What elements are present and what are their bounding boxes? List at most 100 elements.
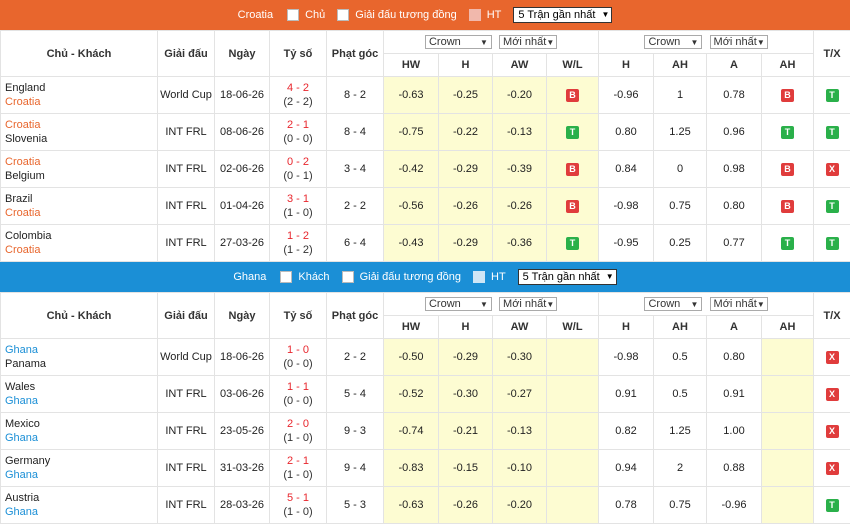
- home-team[interactable]: Wales: [1, 380, 157, 394]
- score-cell[interactable]: 0 - 2 (0 - 1): [270, 151, 327, 188]
- score-cell[interactable]: 1 - 0 (0 - 0): [270, 339, 327, 376]
- score-cell[interactable]: 3 - 1 (1 - 0): [270, 188, 327, 225]
- section2-sort-select-1[interactable]: Mới nhất▼: [499, 297, 557, 311]
- home-team[interactable]: Germany: [1, 454, 157, 468]
- wl-badge: T: [566, 237, 579, 250]
- section1-team-name: Croatia: [238, 9, 273, 21]
- home-team[interactable]: Croatia: [1, 155, 157, 169]
- match-cell[interactable]: Brazil Croatia: [1, 188, 158, 225]
- away-team[interactable]: Ghana: [1, 431, 157, 445]
- table-row[interactable]: Brazil Croatia INT FRL 01-04-26 3 - 1 (1…: [1, 188, 850, 225]
- date-cell: 31-03-26: [215, 450, 270, 487]
- chevron-down-icon: ▼: [546, 38, 554, 47]
- home-team[interactable]: Croatia: [1, 118, 157, 132]
- away-team[interactable]: Croatia: [1, 95, 157, 109]
- section2-bookmaker-select-1[interactable]: Crown▼: [425, 297, 492, 311]
- section2-bookmaker-select-2[interactable]: Crown▼: [644, 297, 702, 311]
- aw-odds: -0.27: [493, 376, 547, 413]
- score-cell[interactable]: 5 - 1 (1 - 0): [270, 487, 327, 524]
- away-team[interactable]: Belgium: [1, 169, 157, 183]
- table-row[interactable]: Croatia Belgium INT FRL 02-06-26 0 - 2 (…: [1, 151, 850, 188]
- match-cell[interactable]: Austria Ghana: [1, 487, 158, 524]
- home-team[interactable]: Colombia: [1, 229, 157, 243]
- tx-badge: X: [826, 425, 839, 438]
- section2-checkbox-same-league[interactable]: [342, 271, 354, 283]
- away-team[interactable]: Ghana: [1, 505, 157, 519]
- table-row[interactable]: Croatia Slovenia INT FRL 08-06-26 2 - 1 …: [1, 114, 850, 151]
- hw-odds: -0.50: [384, 339, 439, 376]
- section1-checkbox-same-league[interactable]: [337, 9, 349, 21]
- score-cell[interactable]: 2 - 1 (0 - 0): [270, 114, 327, 151]
- match-cell[interactable]: Croatia Belgium: [1, 151, 158, 188]
- section1-match-count-select[interactable]: 5 Trận gần nhất ▼: [513, 7, 612, 23]
- match-cell[interactable]: Mexico Ghana: [1, 413, 158, 450]
- full-time-score[interactable]: 2 - 1: [270, 118, 326, 132]
- sort-value: Mới nhất: [503, 298, 546, 310]
- home-team[interactable]: Austria: [1, 491, 157, 505]
- table-row[interactable]: Germany Ghana INT FRL 31-03-26 2 - 1 (1 …: [1, 450, 850, 487]
- a-odds: 0.80: [707, 188, 762, 225]
- header-wl: W/L: [547, 54, 599, 77]
- section1-matches-table: Chủ - Khách Giải đấu Ngày Tỷ số Phạt góc…: [0, 30, 850, 262]
- table-row[interactable]: Wales Ghana INT FRL 03-06-26 1 - 1 (0 - …: [1, 376, 850, 413]
- section1-sort-select-2[interactable]: Mới nhất▼: [710, 35, 768, 49]
- section2-sort-select-2[interactable]: Mới nhất▼: [710, 297, 768, 311]
- table-row[interactable]: Ghana Panama World Cup 18-06-26 1 - 0 (0…: [1, 339, 850, 376]
- chevron-down-icon: ▼: [546, 300, 554, 309]
- section1-bookmaker-select-1[interactable]: Crown▼: [425, 35, 492, 49]
- match-cell[interactable]: Colombia Croatia: [1, 225, 158, 262]
- match-cell[interactable]: England Croatia: [1, 77, 158, 114]
- section1-bookmaker-select-2[interactable]: Crown▼: [644, 35, 702, 49]
- home-team[interactable]: England: [1, 81, 157, 95]
- header-h2: H: [599, 316, 654, 339]
- away-team[interactable]: Slovenia: [1, 132, 157, 146]
- section2-checkbox-ht-label: HT: [491, 271, 506, 283]
- full-time-score[interactable]: 3 - 1: [270, 192, 326, 206]
- league-cell: INT FRL: [158, 151, 215, 188]
- ah-result-cell: T: [762, 114, 814, 151]
- match-cell[interactable]: Germany Ghana: [1, 450, 158, 487]
- a-odds: 0.88: [707, 450, 762, 487]
- match-cell[interactable]: Croatia Slovenia: [1, 114, 158, 151]
- section1-checkbox-home[interactable]: [287, 9, 299, 21]
- section1-sort-select-1[interactable]: Mới nhất▼: [499, 35, 557, 49]
- full-time-score[interactable]: 1 - 0: [270, 343, 326, 357]
- full-time-score[interactable]: 5 - 1: [270, 491, 326, 505]
- full-time-score[interactable]: 1 - 2: [270, 229, 326, 243]
- full-time-score[interactable]: 1 - 1: [270, 380, 326, 394]
- full-time-score[interactable]: 0 - 2: [270, 155, 326, 169]
- section1-checkbox-ht[interactable]: [469, 9, 481, 21]
- full-time-score[interactable]: 2 - 1: [270, 454, 326, 468]
- home-team[interactable]: Ghana: [1, 343, 157, 357]
- full-time-score[interactable]: 4 - 2: [270, 81, 326, 95]
- league-cell: World Cup: [158, 339, 215, 376]
- away-team[interactable]: Ghana: [1, 468, 157, 482]
- home-team[interactable]: Brazil: [1, 192, 157, 206]
- tx-cell: T: [814, 77, 850, 114]
- score-cell[interactable]: 1 - 1 (0 - 0): [270, 376, 327, 413]
- full-time-score[interactable]: 2 - 0: [270, 417, 326, 431]
- table-row[interactable]: Mexico Ghana INT FRL 23-05-26 2 - 0 (1 -…: [1, 413, 850, 450]
- away-team[interactable]: Ghana: [1, 394, 157, 408]
- match-cell[interactable]: Wales Ghana: [1, 376, 158, 413]
- ah-handicap: 0: [654, 151, 707, 188]
- table-row[interactable]: England Croatia World Cup 18-06-26 4 - 2…: [1, 77, 850, 114]
- away-team[interactable]: Croatia: [1, 243, 157, 257]
- section2-checkbox-ht[interactable]: [473, 271, 485, 283]
- match-cell[interactable]: Ghana Panama: [1, 339, 158, 376]
- table-row[interactable]: Colombia Croatia INT FRL 27-03-26 1 - 2 …: [1, 225, 850, 262]
- section2-match-count-select[interactable]: 5 Trận gần nhất ▼: [518, 269, 617, 285]
- score-cell[interactable]: 2 - 0 (1 - 0): [270, 413, 327, 450]
- section2-checkbox-home[interactable]: [280, 271, 292, 283]
- score-cell[interactable]: 4 - 2 (2 - 2): [270, 77, 327, 114]
- header-a: A: [707, 316, 762, 339]
- tx-cell: X: [814, 339, 850, 376]
- league-cell: INT FRL: [158, 450, 215, 487]
- score-cell[interactable]: 2 - 1 (1 - 0): [270, 450, 327, 487]
- score-cell[interactable]: 1 - 2 (1 - 2): [270, 225, 327, 262]
- away-team[interactable]: Panama: [1, 357, 157, 371]
- table-row[interactable]: Austria Ghana INT FRL 28-03-26 5 - 1 (1 …: [1, 487, 850, 524]
- home-team[interactable]: Mexico: [1, 417, 157, 431]
- h-odds: -0.30: [439, 376, 493, 413]
- away-team[interactable]: Croatia: [1, 206, 157, 220]
